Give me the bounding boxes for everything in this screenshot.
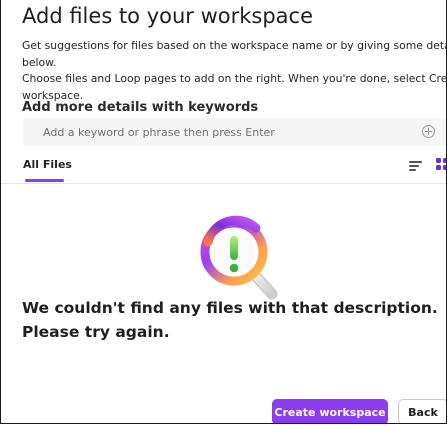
keyword-input[interactable] (23, 118, 403, 146)
description-line: below. (22, 55, 57, 69)
tab-divider (1, 183, 446, 184)
dialog-title: Add files to your workspace (22, 4, 314, 28)
back-button[interactable]: Back (398, 399, 446, 423)
empty-state-message: We couldn't find any files with that des… (22, 299, 438, 341)
grid-view-icon[interactable] (436, 158, 446, 172)
keyword-field (23, 118, 446, 146)
add-files-dialog: Add files to your workspace Get suggesti… (0, 0, 447, 424)
active-tab-indicator (25, 179, 64, 182)
tab-all-files[interactable]: All Files (23, 158, 72, 171)
keywords-label: Add more details with keywords (22, 100, 259, 115)
create-workspace-button[interactable]: Create workspace (272, 399, 388, 423)
description-line: Get suggestions for files based on the w… (22, 39, 447, 52)
dialog-description: Get suggestions for files based on the w… (22, 38, 447, 104)
list-view-icon[interactable] (409, 160, 423, 172)
description-line: Choose files and Loop pages to add on th… (22, 72, 447, 85)
add-circle-icon[interactable] (422, 125, 435, 138)
search-magnifier-illustration (200, 215, 278, 300)
